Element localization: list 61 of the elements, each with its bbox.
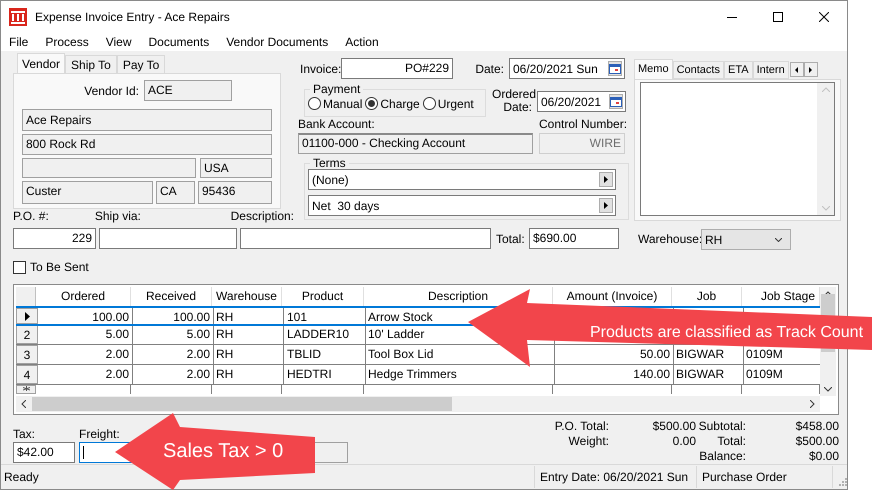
- field-label: Vendor Id:: [83, 82, 140, 100]
- field-label: Warehouse:: [638, 230, 701, 248]
- radio-label: Charge: [380, 96, 420, 112]
- table-cell: 5.00: [38, 325, 133, 344]
- field-label: Invoice:: [299, 60, 341, 78]
- checkbox-label: To Be Sent: [30, 259, 89, 276]
- total-label: Total:: [716, 434, 746, 449]
- total-value: $500.00: [652, 419, 696, 434]
- total-value: 0.00: [672, 434, 696, 449]
- table-cell: HEDTRI: [284, 365, 366, 384]
- table-cell: RH: [214, 308, 284, 324]
- field-value: Net 30 days: [312, 198, 380, 214]
- window-title: Expense Invoice Entry - Ace Repairs: [35, 9, 231, 26]
- table-cell: 50.00: [555, 345, 674, 364]
- callout-tooltip-text: Products are classified as Track Count: [590, 323, 864, 343]
- row-number: 2: [24, 326, 30, 344]
- field-value: (None): [312, 172, 350, 188]
- radio-label: Manual: [323, 96, 362, 112]
- table-cell: 2.00: [133, 345, 214, 364]
- table-cell: 101: [284, 308, 366, 324]
- total-value: $500.00: [794, 434, 839, 449]
- group-label: Terms: [312, 157, 347, 169]
- table-cell: 140.00: [555, 365, 674, 384]
- row-number: 4: [24, 366, 30, 384]
- field-label: Ship via:: [94, 209, 142, 223]
- field-label: Bank Account:: [297, 118, 376, 131]
- callout-tooltip-text: Sales Tax > 0: [163, 440, 284, 462]
- total-label: P.O. Total:: [554, 419, 610, 434]
- table-cell: 2.00: [38, 345, 133, 364]
- field-value: 06/20/2021: [541, 94, 602, 110]
- table-cell: 2.00: [38, 365, 133, 384]
- table-cell: RH: [214, 325, 284, 344]
- field-label: Freight:: [79, 428, 120, 441]
- group-label: Payment: [312, 83, 362, 95]
- status-text: Ready: [3, 469, 40, 486]
- total-label: Subtotal:: [698, 419, 746, 434]
- field-label: Date:: [474, 60, 505, 78]
- table-cell: 2.00: [133, 365, 214, 384]
- field-label: P.O. #:: [13, 209, 50, 223]
- status-text: Entry Date: 06/20/2021 Sun: [534, 466, 696, 488]
- status-text: Purchase Order: [696, 466, 833, 488]
- table-cell: LADDER10: [284, 325, 366, 344]
- field-label: Total:: [496, 230, 526, 248]
- total-value: $0.00: [808, 449, 839, 464]
- table-cell: BIGWAR: [674, 365, 744, 384]
- total-value: $458.00: [794, 419, 839, 434]
- field-label: Description:: [230, 209, 294, 223]
- field-value: 06/20/2021 Sun: [513, 60, 599, 78]
- total-label: Weight:: [568, 434, 610, 449]
- table-cell: RH: [214, 345, 284, 364]
- field-label: Control Number:: [539, 118, 628, 131]
- table-cell: RH: [214, 365, 284, 384]
- field-label: Tax:: [13, 428, 36, 441]
- row-number: 3: [24, 346, 30, 364]
- field-value: RH: [705, 232, 724, 248]
- total-label: Balance:: [698, 449, 746, 464]
- table-cell: TBLID: [284, 345, 366, 364]
- table-cell: 5.00: [133, 325, 214, 344]
- table-cell: 100.00: [133, 308, 214, 324]
- radio-label: Urgent: [438, 96, 474, 112]
- table-cell: 100.00: [38, 308, 133, 324]
